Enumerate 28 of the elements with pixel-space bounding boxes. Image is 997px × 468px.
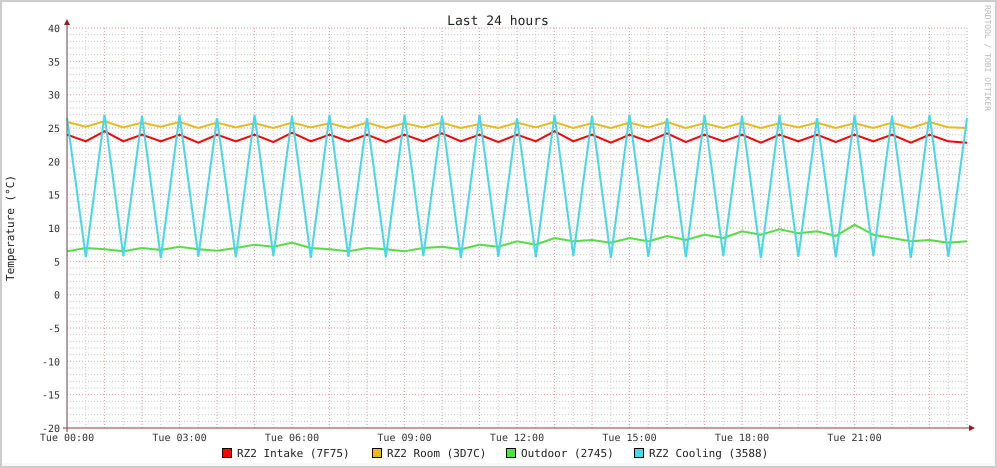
y-tick-label: -15	[42, 390, 60, 402]
y-tick-label: 35	[48, 57, 60, 68]
y-tick-label: 30	[48, 90, 60, 102]
legend-label: RZ2 Room (3D7C)	[387, 447, 486, 460]
y-tick-label: 20	[48, 157, 60, 168]
y-tick-label: 10	[48, 224, 60, 235]
x-tick-label: Tue 00:00	[40, 433, 94, 444]
x-tick-label: Tue 03:00	[152, 433, 207, 444]
x-tick-label: Tue 18:00	[714, 433, 770, 444]
x-tick-label: Tue 15:00	[602, 433, 657, 444]
y-tick-label: 0	[54, 290, 60, 302]
y-tick-label: 5	[54, 257, 60, 268]
y-axis-label: Temperature (°C)	[4, 175, 17, 281]
y-tick-label: -20	[42, 424, 60, 435]
x-tick-label: Tue 12:00	[490, 433, 544, 444]
y-tick-label: 15	[48, 190, 60, 202]
x-tick-label: Tue 09:00	[377, 433, 432, 444]
x-tick-label: Tue 21:00	[827, 433, 882, 444]
legend-label: RZ2 Cooling (3588)	[649, 447, 768, 460]
chart-title: Last 24 hours	[447, 14, 549, 29]
y-tick-label: 25	[48, 124, 60, 135]
y-tick-label: 40	[48, 24, 60, 35]
credit-text: RRDTOOL / TOBI OETIKER	[983, 5, 992, 111]
legend-label: RZ2 Intake (7F75)	[237, 447, 350, 460]
legend-label: Outdoor (2745)	[521, 447, 614, 460]
x-tick-label: Tue 06:00	[264, 433, 320, 444]
y-tick-label: -5	[48, 324, 60, 335]
y-tick-label: -10	[42, 357, 60, 368]
